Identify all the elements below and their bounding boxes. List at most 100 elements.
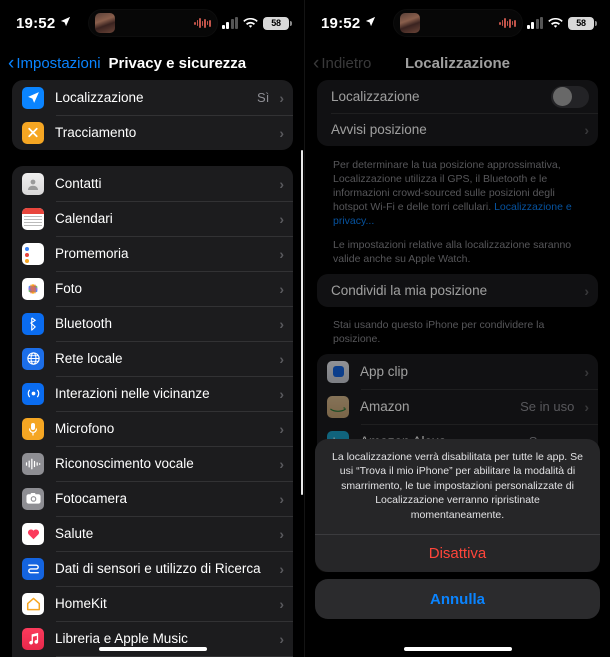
status-time: 19:52 <box>321 14 361 32</box>
disable-button[interactable]: Disattiva <box>315 535 600 572</box>
sidebar-item-salute[interactable]: Salute › <box>12 516 293 551</box>
calendar-icon <box>22 207 44 230</box>
share-location-group: Condividi la mia posizione › <box>317 274 598 307</box>
camera-icon <box>22 487 44 510</box>
dynamic-island[interactable] <box>392 9 523 37</box>
share-my-location-row[interactable]: Condividi la mia posizione › <box>317 274 598 307</box>
home-indicator[interactable] <box>403 647 512 651</box>
location-arrow-icon <box>365 14 376 32</box>
location-description: Per determinare la tua posizione appross… <box>317 152 598 228</box>
sidebar-item-bluetooth[interactable]: Bluetooth › <box>12 306 293 341</box>
row-label: Dati di sensori e utilizzo di Ricerca <box>55 561 261 576</box>
privacy-apps-group: Contatti › Calendari › Promemoria › Foto… <box>12 166 293 657</box>
sidebar-item-dati-sensori[interactable]: Dati di sensori e utilizzo di Ricerca › <box>12 551 293 586</box>
nearby-interactions-icon <box>22 382 44 405</box>
chevron-right-icon: › <box>279 560 284 577</box>
status-right-cluster: 58 <box>221 16 292 30</box>
research-sensor-icon <box>22 557 44 580</box>
chevron-left-icon: ‹ <box>8 52 15 74</box>
alert-card: La localizzazione verrà disabilitata per… <box>315 438 600 572</box>
row-label: Condividi la mia posizione <box>331 283 488 298</box>
sidebar-item-calendari[interactable]: Calendari › <box>12 201 293 236</box>
share-footnote: Stai usando questo iPhone per condivider… <box>333 319 545 345</box>
back-button-settings[interactable]: ‹ Impostazioni <box>8 54 101 73</box>
row-label: Calendari <box>55 211 113 226</box>
row-label: Promemoria <box>55 246 129 261</box>
row-value: Se in uso <box>520 399 575 414</box>
list-item[interactable]: App clip › <box>317 354 598 389</box>
chevron-right-icon: › <box>279 455 284 472</box>
chevron-right-icon: › <box>279 630 284 647</box>
homekit-icon <box>22 592 44 615</box>
sidebar-item-foto[interactable]: Foto › <box>12 271 293 306</box>
back-button-label: Indietro <box>321 54 372 72</box>
bluetooth-icon <box>22 312 44 335</box>
local-network-icon <box>22 347 44 370</box>
location-arrow-icon <box>22 86 44 109</box>
status-bar-left: 19:52 58 <box>0 0 305 46</box>
privacy-top-group: Localizzazione Sì › Tracciamento › <box>12 80 293 150</box>
sidebar-item-promemoria[interactable]: Promemoria › <box>12 236 293 271</box>
row-label: Fotocamera <box>55 491 128 506</box>
location-services-toggle-row[interactable]: Localizzazione <box>317 80 598 113</box>
back-button[interactable]: ‹ Indietro <box>313 54 371 73</box>
back-button-label: Impostazioni <box>16 54 101 72</box>
chevron-right-icon: › <box>279 490 284 507</box>
sidebar-item-microfono[interactable]: Microfono › <box>12 411 293 446</box>
row-label: Avvisi posizione <box>331 122 427 137</box>
battery-indicator: 58 <box>568 16 597 30</box>
chevron-right-icon: › <box>279 175 284 192</box>
sidebar-item-homekit[interactable]: HomeKit › <box>12 586 293 621</box>
wifi-icon <box>243 17 258 29</box>
scrollbar[interactable] <box>301 150 303 495</box>
microphone-icon <box>22 417 44 440</box>
sidebar-item-contatti[interactable]: Contatti › <box>12 166 293 201</box>
album-artwork-icon <box>399 13 420 33</box>
row-label: Foto <box>55 281 83 296</box>
chevron-right-icon: › <box>279 315 284 332</box>
dual-screenshot: 19:52 58 ‹ Impostazioni Privacy e sicure… <box>0 0 610 657</box>
chevron-right-icon: › <box>279 385 284 402</box>
cellular-bars-icon <box>526 16 543 29</box>
sidebar-item-rete-locale[interactable]: Rete locale › <box>12 341 293 376</box>
battery-indicator: 58 <box>263 16 292 30</box>
list-item[interactable]: Amazon Se in uso › <box>317 389 598 424</box>
chevron-right-icon: › <box>279 420 284 437</box>
audio-waveform-icon <box>499 17 516 29</box>
sidebar-item-riconoscimento-vocale[interactable]: Riconoscimento vocale › <box>12 446 293 481</box>
cancel-button[interactable]: Annulla <box>315 579 600 619</box>
nav-bar-right: ‹ Indietro Localizzazione <box>305 46 610 80</box>
app-clip-icon <box>327 360 349 383</box>
page-title: Localizzazione <box>404 54 511 72</box>
sidebar-item-interazioni-vicinanze[interactable]: Interazioni nelle vicinanze › <box>12 376 293 411</box>
row-label: Localizzazione <box>55 90 144 105</box>
row-label: Rete locale <box>55 351 123 366</box>
battery-level-text: 58 <box>271 18 281 28</box>
chevron-right-icon: › <box>279 595 284 612</box>
row-label: Microfono <box>55 421 115 436</box>
row-label: Libreria e Apple Music <box>55 631 188 646</box>
page-title: Privacy e sicurezza <box>108 54 247 72</box>
sidebar-item-tracciamento[interactable]: Tracciamento › <box>12 115 293 150</box>
sidebar-item-localizzazione[interactable]: Localizzazione Sì › <box>12 80 293 115</box>
apple-watch-note: Le impostazioni relative alla localizzaz… <box>317 228 598 274</box>
audio-waveform-icon <box>194 17 211 29</box>
alert-message: La localizzazione verrà disabilitata per… <box>332 450 583 521</box>
location-alerts-row[interactable]: Avvisi posizione › <box>317 113 598 146</box>
row-label: Amazon <box>360 399 410 414</box>
wifi-icon <box>548 17 563 29</box>
status-time: 19:52 <box>16 14 56 32</box>
left-phone-screen: 19:52 58 ‹ Impostazioni Privacy e sicure… <box>0 0 305 657</box>
row-label: HomeKit <box>55 596 107 611</box>
location-services-group: Localizzazione Avvisi posizione › <box>317 80 598 146</box>
sidebar-item-fotocamera[interactable]: Fotocamera › <box>12 481 293 516</box>
chevron-right-icon: › <box>279 210 284 227</box>
dynamic-island[interactable] <box>87 9 218 37</box>
location-services-toggle[interactable] <box>551 85 589 108</box>
chevron-right-icon: › <box>584 121 589 138</box>
toggle-knob <box>552 87 572 106</box>
home-indicator[interactable] <box>98 647 207 651</box>
row-label: App clip <box>360 364 409 379</box>
chevron-right-icon: › <box>584 398 589 415</box>
row-label: Salute <box>55 526 94 541</box>
